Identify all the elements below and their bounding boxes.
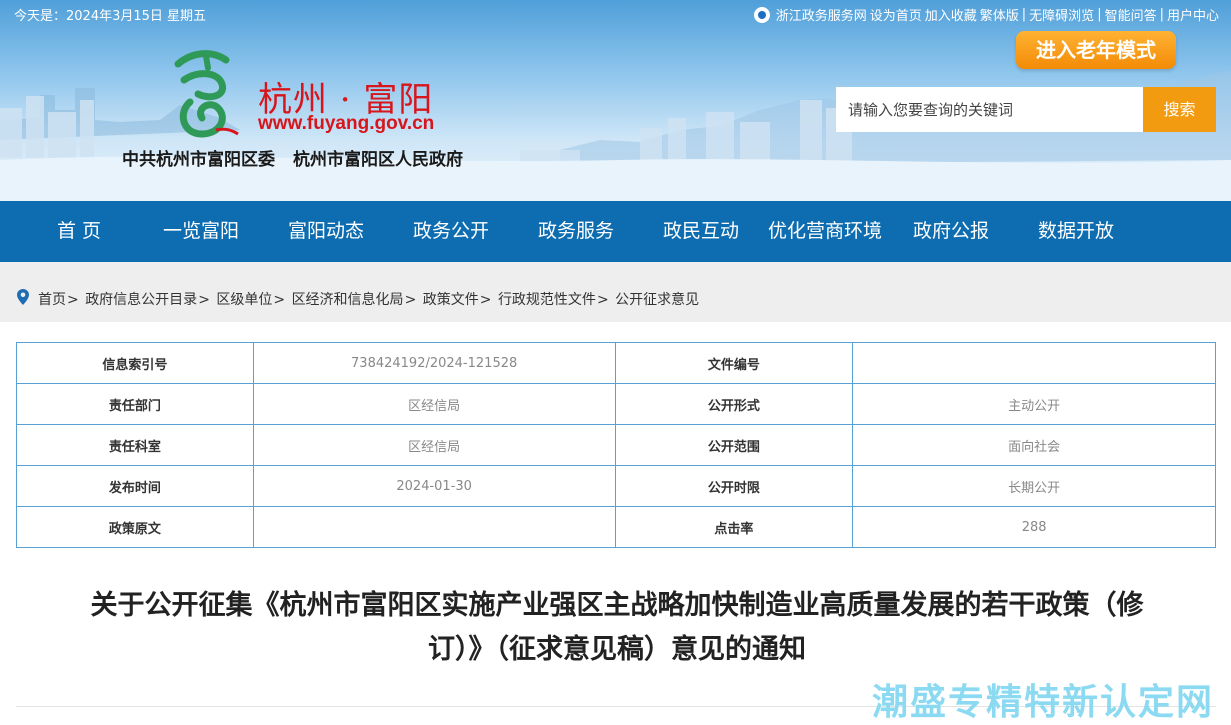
divider: | bbox=[1159, 7, 1164, 22]
value-click-count: 288 bbox=[852, 506, 1216, 548]
elder-mode-button[interactable]: 进入老年模式 bbox=[1016, 31, 1176, 69]
table-row: 责任部门 区经信局 公开形式 主动公开 bbox=[16, 383, 1216, 425]
label-publish-date: 发布时间 bbox=[16, 465, 254, 507]
link-traditional-chinese[interactable]: 繁体版 bbox=[980, 5, 1019, 24]
table-row: 责任科室 区经信局 公开范围 面向社会 bbox=[16, 424, 1216, 466]
org-government: 杭州市富阳区人民政府 bbox=[293, 150, 463, 170]
top-bar: 今天是：2024年3月15日 星期五 浙江政务服务网 设为首页 加入收藏 繁体版… bbox=[0, 0, 1231, 26]
article-title: 关于公开征集《杭州市富阳区实施产业强区主战略加快制造业高质量发展的若干政策（修 … bbox=[22, 584, 1212, 672]
org-party-committee: 中共杭州市富阳区委 bbox=[122, 150, 275, 170]
nav-public-interaction[interactable]: 政民互动 bbox=[663, 201, 739, 262]
label-disclosure-period: 公开时限 bbox=[614, 465, 854, 507]
table-row: 发布时间 2024-01-30 公开时限 长期公开 bbox=[16, 465, 1216, 507]
nav-open-data[interactable]: 数据开放 bbox=[1038, 201, 1114, 262]
organization-names: 中共杭州市富阳区委 杭州市富阳区人民政府 bbox=[122, 145, 481, 170]
main-nav: 首 页 一览富阳 富阳动态 政务公开 政务服务 政民互动 优化营商环境 政府公报… bbox=[0, 201, 1231, 262]
value-disclosure-period: 长期公开 bbox=[852, 465, 1216, 507]
link-zhejiang-service[interactable]: 浙江政务服务网 bbox=[776, 5, 867, 24]
table-row: 政策原文 点击率 288 bbox=[16, 506, 1216, 548]
label-policy-original: 政策原文 bbox=[16, 506, 254, 548]
search-box: 搜索 bbox=[836, 87, 1216, 132]
label-disclosure-scope: 公开范围 bbox=[614, 424, 854, 466]
link-user-center[interactable]: 用户中心 bbox=[1167, 5, 1219, 24]
breadcrumb-public-consultation[interactable]: 公开征求意见 bbox=[615, 292, 699, 308]
table-row: 信息索引号 738424192/2024-121528 文件编号 bbox=[16, 342, 1216, 384]
label-section: 责任科室 bbox=[16, 424, 254, 466]
value-publish-date: 2024-01-30 bbox=[252, 465, 616, 507]
current-date: 今天是：2024年3月15日 星期五 bbox=[14, 9, 207, 24]
link-accessibility[interactable]: 无障碍浏览 bbox=[1029, 5, 1094, 24]
location-pin-icon bbox=[17, 289, 29, 305]
label-index-number: 信息索引号 bbox=[16, 342, 254, 384]
link-smart-qa[interactable]: 智能问答 bbox=[1105, 5, 1157, 24]
divider: | bbox=[1021, 7, 1027, 22]
fuyang-logo-icon[interactable] bbox=[168, 50, 240, 142]
article-title-line-1: 关于公开征集《杭州市富阳区实施产业强区主战略加快制造业高质量发展的若干政策（修 bbox=[90, 590, 1144, 621]
top-links: 浙江政务服务网 设为首页 加入收藏 繁体版 | 无障碍浏览 | 智能问答 | 用… bbox=[753, 5, 1219, 24]
document-info-table: 信息索引号 738424192/2024-121528 文件编号 责任部门 区经… bbox=[16, 342, 1216, 548]
label-click-count: 点击率 bbox=[614, 506, 854, 548]
nav-gov-affairs-open[interactable]: 政务公开 bbox=[413, 201, 489, 262]
link-add-favorite[interactable]: 加入收藏 bbox=[925, 5, 977, 24]
nav-home[interactable]: 首 页 bbox=[57, 201, 101, 262]
value-section: 区经信局 bbox=[252, 424, 616, 466]
site-header: 今天是：2024年3月15日 星期五 浙江政务服务网 设为首页 加入收藏 繁体版… bbox=[0, 0, 1231, 201]
value-department: 区经信局 bbox=[252, 383, 616, 425]
breadcrumb-policy-documents[interactable]: 政策文件 bbox=[423, 292, 479, 308]
nav-overview-fuyang[interactable]: 一览富阳 bbox=[163, 201, 239, 262]
value-policy-original[interactable] bbox=[252, 506, 616, 548]
label-department: 责任部门 bbox=[16, 383, 254, 425]
value-index-number: 738424192/2024-121528 bbox=[252, 342, 616, 384]
breadcrumb-economy-bureau[interactable]: 区经济和信息化局 bbox=[292, 292, 404, 308]
value-disclosure-form: 主动公开 bbox=[852, 383, 1216, 425]
watermark-text: 潮盛专精特新认定网 bbox=[872, 682, 1215, 723]
breadcrumb-bar: 首页> 政府信息公开目录> 区级单位> 区经济和信息化局> 政策文件> 行政规范… bbox=[0, 262, 1231, 322]
breadcrumb-district-units[interactable]: 区级单位 bbox=[216, 292, 272, 308]
nav-gov-gazette[interactable]: 政府公报 bbox=[913, 201, 989, 262]
search-input[interactable] bbox=[836, 87, 1143, 132]
link-set-homepage[interactable]: 设为首页 bbox=[870, 5, 922, 24]
nav-fuyang-news[interactable]: 富阳动态 bbox=[288, 201, 364, 262]
nav-gov-services[interactable]: 政务服务 bbox=[538, 201, 614, 262]
breadcrumb: 首页> 政府信息公开目录> 区级单位> 区经济和信息化局> 政策文件> 行政规范… bbox=[38, 292, 700, 308]
article-title-line-2: 订）》（征求意见稿）意见的通知 bbox=[428, 634, 806, 665]
value-disclosure-scope: 面向社会 bbox=[852, 424, 1216, 466]
divider: | bbox=[1097, 7, 1102, 22]
nav-business-environment[interactable]: 优化营商环境 bbox=[768, 201, 882, 262]
label-file-number: 文件编号 bbox=[614, 342, 854, 384]
search-button[interactable]: 搜索 bbox=[1143, 87, 1216, 132]
label-disclosure-form: 公开形式 bbox=[614, 383, 854, 425]
site-url: www.fuyang.gov.cn bbox=[258, 113, 435, 134]
breadcrumb-normative-documents[interactable]: 行政规范性文件 bbox=[498, 292, 596, 308]
zhejiang-gov-logo-icon bbox=[753, 6, 770, 23]
breadcrumb-home[interactable]: 首页 bbox=[38, 292, 66, 308]
value-file-number bbox=[852, 342, 1216, 384]
breadcrumb-info-catalog[interactable]: 政府信息公开目录 bbox=[85, 292, 197, 308]
